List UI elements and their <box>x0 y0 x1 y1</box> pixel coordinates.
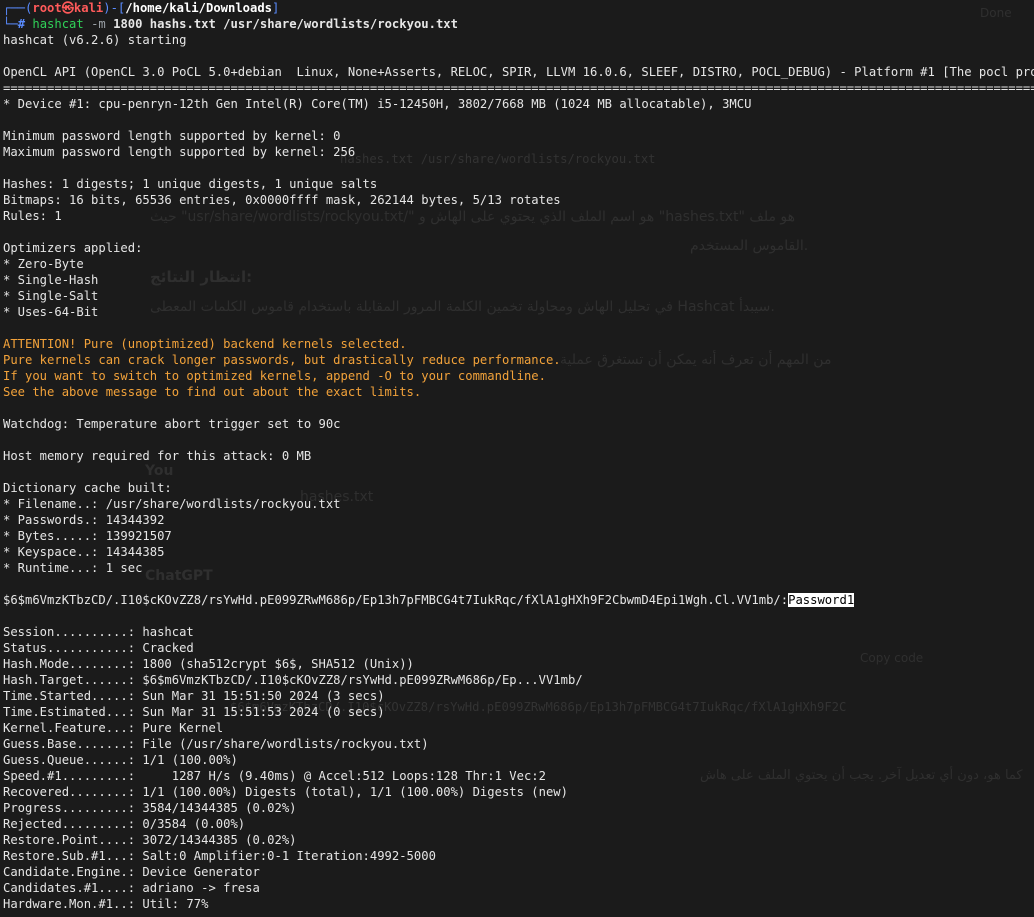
prompt-frame: └─ <box>3 17 18 31</box>
output-line: * Bytes.....: 139921507 <box>3 529 172 543</box>
output-line: * Filename..: /usr/share/wordlists/rocky… <box>3 497 341 511</box>
status-line: Hardware.Mon.#1..: Util: 77% <box>3 897 209 911</box>
warning-line: Pure kernels can crack longer passwords,… <box>3 353 561 367</box>
command-name: hashcat <box>32 17 84 31</box>
prompt-frame: ┌──( <box>3 1 33 15</box>
prompt-path: /home/kali/Downloads <box>125 1 273 15</box>
output-line: * Passwords.: 14344392 <box>3 513 165 527</box>
status-line: Candidates.#1....: adriano -> fresa <box>3 881 260 895</box>
prompt-line: ┌──(root㉿kali)-[/home/kali/Downloads] <box>3 0 1034 16</box>
warning-line: ATTENTION! Pure (unoptimized) backend ke… <box>3 337 407 351</box>
status-line: Progress.........: 3584/14344385 (0.02%) <box>3 801 297 815</box>
status-line: Hash.Target......: $6$m6VmzKTbzCD/.I10$c… <box>3 673 583 687</box>
output-line: Hashes: 1 digests; 1 unique digests, 1 u… <box>3 177 378 191</box>
status-block: Session..........: hashcat Status.......… <box>3 624 1034 912</box>
separator-line: ========================================… <box>3 81 1034 95</box>
output-line: Bitmaps: 16 bits, 65536 entries, 0x0000f… <box>3 193 561 207</box>
status-line: Time.Started.....: Sun Mar 31 15:51:50 2… <box>3 689 385 703</box>
status-line: Kernel.Feature...: Pure Kernel <box>3 721 224 735</box>
status-line: Recovered........: 1/1 (100.00%) Digests… <box>3 785 568 799</box>
output-line: hashcat (v6.2.6) starting <box>3 33 187 47</box>
warning-line: If you want to switch to optimized kerne… <box>3 369 546 383</box>
output-line: OpenCL API (OpenCL 3.0 PoCL 5.0+debian L… <box>3 65 1034 79</box>
status-line: Speed.#1.........: 1287 H/s (9.40ms) @ A… <box>3 769 546 783</box>
status-line: Status...........: Cracked <box>3 641 194 655</box>
command-args: 1800 hashs.txt /usr/share/wordlists/rock… <box>113 17 458 31</box>
status-line: Guess.Base.......: File (/usr/share/word… <box>3 737 429 751</box>
output-line: * Uses-64-Bit <box>3 305 99 319</box>
prompt-user: root㉿kali <box>32 1 104 15</box>
prompt-frame: )-[ <box>103 1 126 15</box>
command-line[interactable]: └─# hashcat -m 1800 hashs.txt /usr/share… <box>3 16 1034 32</box>
status-line: Time.Estimated...: Sun Mar 31 15:51:53 2… <box>3 705 385 719</box>
terminal-window[interactable]: Done hashes.txt /usr/share/wordlists/roc… <box>0 0 1034 917</box>
warning-line: See the above message to find out about … <box>3 385 422 399</box>
output-line: Watchdog: Temperature abort trigger set … <box>3 417 341 431</box>
output-line: * Single-Hash <box>3 273 99 287</box>
prompt-frame: ] <box>272 1 280 15</box>
output-line: * Keyspace..: 14344385 <box>3 545 165 559</box>
output-line: * Runtime...: 1 sec <box>3 561 143 575</box>
output-line: Maximum password length supported by ker… <box>3 145 356 159</box>
status-line: Guess.Queue......: 1/1 (100.00%) <box>3 753 238 767</box>
cracked-password-selection[interactable]: Password1 <box>788 593 855 607</box>
status-line: Restore.Sub.#1...: Salt:0 Amplifier:0-1 … <box>3 849 436 863</box>
output-line: * Device #1: cpu-penryn-12th Gen Intel(R… <box>3 97 752 111</box>
prompt-symbol: # <box>17 17 33 31</box>
status-line: Candidate.Engine.: Device Generator <box>3 865 260 879</box>
output-line: * Single-Salt <box>3 289 99 303</box>
cracked-hash-line[interactable]: $6$m6VmzKTbzCD/.I10$cKOvZZ8/rsYwHd.pE099… <box>3 592 1034 608</box>
output-line: Optimizers applied: <box>3 241 143 255</box>
command-flag: -m <box>83 17 114 31</box>
output-line: * Zero-Byte <box>3 257 84 271</box>
status-line: Session..........: hashcat <box>3 625 194 639</box>
status-line: Restore.Point....: 3072/14344385 (0.02%) <box>3 833 297 847</box>
output-line: Rules: 1 <box>3 209 62 223</box>
output-line: Minimum password length supported by ker… <box>3 129 341 143</box>
status-line: Hash.Mode........: 1800 (sha512crypt $6$… <box>3 657 414 671</box>
output-line: Host memory required for this attack: 0 … <box>3 449 312 463</box>
status-line: Rejected.........: 0/3584 (0.00%) <box>3 817 246 831</box>
cracked-hash: $6$m6VmzKTbzCD/.I10$cKOvZZ8/rsYwHd.pE099… <box>3 593 789 607</box>
output-line: Dictionary cache built: <box>3 481 172 495</box>
